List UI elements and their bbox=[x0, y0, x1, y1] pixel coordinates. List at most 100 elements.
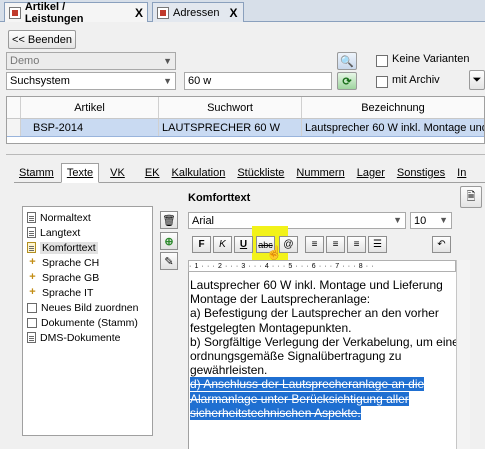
document-icon bbox=[27, 332, 36, 343]
bold-button[interactable]: F bbox=[192, 236, 211, 253]
tab-texte[interactable]: Texte bbox=[60, 163, 100, 183]
tab-sonstiges[interactable]: Sonstiges bbox=[392, 163, 450, 183]
selected-text-line: d) Anschluss der Lautsprecheranlage an d… bbox=[190, 377, 425, 392]
selected-text-line: Alarmanlage unter Berücksichtigung aller bbox=[190, 391, 409, 406]
grid-header: Artikel Suchwort Bezeichnung bbox=[7, 97, 484, 119]
editor-line: Lautsprecher 60 W inkl. Montage und Lief… bbox=[190, 278, 443, 292]
editor-line: gewährleisten. bbox=[190, 363, 268, 378]
filter-button[interactable]: ⏷ bbox=[469, 70, 485, 90]
align-right-button[interactable]: ≡ bbox=[347, 236, 366, 253]
underline-button[interactable]: U bbox=[234, 236, 253, 253]
align-center-icon: ≡ bbox=[332, 239, 339, 250]
add-button[interactable]: ⊕ bbox=[160, 232, 178, 250]
rich-text-editor[interactable]: Lautsprecher 60 W inkl. Montage und Lief… bbox=[188, 272, 456, 449]
table-row[interactable]: BSP-2014 LAUTSPRECHER 60 W Lautsprecher … bbox=[7, 119, 484, 137]
add-globe-icon: ⊕ bbox=[164, 235, 174, 248]
plus-icon: + bbox=[29, 286, 36, 298]
refresh-button[interactable]: ⟳ bbox=[337, 72, 357, 90]
no-variants-checkbox[interactable] bbox=[376, 55, 388, 67]
tree-item-dokumente-stamm[interactable]: Dokumente (Stamm) bbox=[23, 315, 152, 330]
chevron-down-icon: ▼ bbox=[163, 76, 172, 86]
edit-button[interactable]: ✎ bbox=[160, 252, 178, 270]
font-name-select[interactable]: Arial ▼ bbox=[188, 212, 406, 229]
cell-suchwort[interactable]: LAUTSPRECHER 60 W bbox=[159, 119, 302, 136]
preview-button[interactable]: 🗎 bbox=[460, 186, 482, 208]
tree-item-label: Normaltext bbox=[40, 211, 91, 224]
tree-item-langtext[interactable]: Langtext bbox=[23, 225, 152, 240]
tree-item-sprache-it[interactable]: + Sprache IT bbox=[23, 285, 152, 300]
document-icon bbox=[27, 212, 36, 223]
address-app-icon bbox=[157, 6, 169, 19]
tab-in[interactable]: In bbox=[452, 163, 471, 183]
tab-vk[interactable]: VK bbox=[105, 163, 130, 183]
tab-lager[interactable]: Lager bbox=[352, 163, 390, 183]
delete-button[interactable]: 🗑 bbox=[160, 211, 178, 229]
close-icon[interactable]: X bbox=[135, 6, 143, 20]
justify-button[interactable]: ☰ bbox=[368, 236, 387, 253]
mandant-select[interactable]: Demo ▼ bbox=[6, 52, 176, 70]
editor-line: b) Sorgfältige Verlegung der Verkabelung… bbox=[190, 334, 456, 349]
tree-item-label: DMS-Dokumente bbox=[40, 331, 121, 344]
undo-button[interactable]: ↶ bbox=[432, 236, 451, 253]
column-header-suchwort[interactable]: Suchwort bbox=[159, 97, 302, 118]
cell-artikel[interactable]: BSP-2014 bbox=[21, 119, 159, 136]
tree-item-sprache-gb[interactable]: + Sprache GB bbox=[23, 270, 152, 285]
plus-icon: + bbox=[29, 271, 36, 283]
cell-bezeichnung[interactable]: Lautsprecher 60 W inkl. Montage und Lie bbox=[302, 119, 484, 136]
refresh-icon: ⟳ bbox=[342, 75, 352, 88]
tab-adressen[interactable]: Adressen X bbox=[152, 2, 244, 22]
tree-item-komforttext[interactable]: Komforttext bbox=[23, 240, 152, 255]
back-button[interactable]: << Beenden bbox=[8, 30, 76, 49]
chevron-down-icon: ▼ bbox=[393, 215, 402, 225]
editor-line: Montage der Lautsprecheranlage: bbox=[190, 292, 371, 307]
tree-item-neues-bild[interactable]: Neues Bild zuordnen bbox=[23, 300, 152, 315]
tab-stueckliste[interactable]: Stückliste bbox=[232, 163, 289, 183]
tab-nummern[interactable]: Nummern bbox=[291, 163, 349, 183]
mandant-value: Demo bbox=[10, 55, 40, 67]
search-system-select[interactable]: Suchsystem ▼ bbox=[6, 72, 176, 90]
article-app-icon bbox=[9, 6, 21, 19]
align-left-button[interactable]: ≡ bbox=[305, 236, 324, 253]
tab-artikel-leistungen[interactable]: Artikel / Leistungen X bbox=[4, 1, 148, 25]
checkbox-icon bbox=[27, 317, 37, 328]
tab-stamm[interactable]: Stamm bbox=[14, 163, 59, 183]
search-icon: 🔍 bbox=[340, 55, 354, 68]
search-system-value: Suchsystem bbox=[10, 75, 70, 87]
align-center-button[interactable]: ≡ bbox=[326, 236, 345, 253]
chevron-down-icon: ▼ bbox=[439, 215, 448, 225]
font-name-value: Arial bbox=[192, 214, 215, 227]
symbol-icon: @ bbox=[283, 239, 294, 250]
results-grid: Artikel Suchwort Bezeichnung BSP-2014 LA… bbox=[6, 96, 485, 144]
italic-button[interactable]: K bbox=[213, 236, 232, 253]
column-header-bezeichnung[interactable]: Bezeichnung bbox=[302, 97, 484, 118]
search-value: 60 w bbox=[188, 75, 212, 87]
justify-icon: ☰ bbox=[373, 239, 382, 250]
editor-scrollbar[interactable] bbox=[456, 260, 470, 449]
search-button[interactable]: 🔍 bbox=[337, 52, 357, 70]
tree-item-label: Sprache IT bbox=[42, 286, 94, 299]
tab-label: Adressen bbox=[173, 6, 220, 19]
row-selector[interactable] bbox=[7, 119, 21, 136]
with-archive-checkbox[interactable] bbox=[376, 76, 388, 88]
tree-item-sprache-ch[interactable]: + Sprache CH bbox=[23, 255, 152, 270]
checkbox-icon bbox=[27, 302, 37, 313]
tab-ek[interactable]: EK bbox=[140, 163, 165, 183]
tab-kalkulation[interactable]: Kalkulation bbox=[167, 163, 231, 183]
hand-cursor-icon: ☝ bbox=[266, 245, 283, 260]
tree-item-normaltext[interactable]: Normaltext bbox=[23, 210, 152, 225]
search-input[interactable]: 60 w bbox=[184, 72, 332, 90]
editor-line: ordnungsgemäße Signalübertragung zu bbox=[190, 349, 402, 364]
font-size-select[interactable]: 10 ▼ bbox=[410, 212, 452, 229]
tree-item-label: Komforttext bbox=[40, 241, 98, 254]
tree-item-label: Sprache GB bbox=[42, 271, 100, 284]
splitter[interactable] bbox=[6, 154, 485, 155]
tree-item-dms-dokumente[interactable]: DMS-Dokumente bbox=[23, 330, 152, 345]
column-header-artikel[interactable]: Artikel bbox=[21, 97, 159, 118]
close-icon[interactable]: X bbox=[229, 6, 237, 20]
align-left-icon: ≡ bbox=[311, 239, 318, 250]
tree-item-label: Sprache CH bbox=[42, 256, 100, 269]
ruler: · 1 · · · 2 · · · 3 · · · 4 · · · 5 · · … bbox=[188, 260, 456, 272]
font-size-value: 10 bbox=[414, 214, 427, 227]
trash-icon: 🗑 bbox=[162, 214, 176, 227]
tree-item-label: Langtext bbox=[40, 226, 81, 239]
